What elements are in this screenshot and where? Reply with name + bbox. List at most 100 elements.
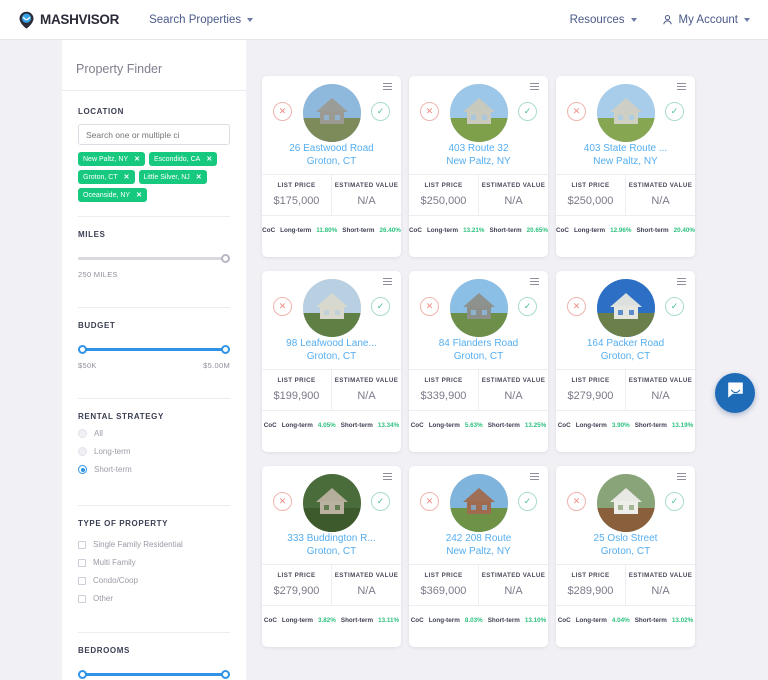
checkbox-icon[interactable]	[78, 576, 86, 585]
property-card[interactable]: ✕ ✓ 333 Buddington R... Groton, CT LIST …	[262, 466, 401, 647]
reject-property-button[interactable]: ✕	[273, 297, 292, 316]
property-card-header: ✕ ✓ 164 Packer Road Groton, CT	[556, 271, 695, 367]
radio-option-long-term[interactable]: Long-term	[78, 447, 230, 456]
accept-property-button[interactable]: ✓	[371, 492, 390, 511]
radio-option-all[interactable]: All	[78, 429, 230, 438]
nav-my-account[interactable]: My Account	[662, 13, 750, 26]
property-thumbnail[interactable]	[302, 279, 361, 337]
property-thumbnail[interactable]	[449, 84, 508, 142]
property-thumbnail[interactable]	[449, 279, 508, 337]
property-thumbnail[interactable]	[449, 474, 508, 532]
checkbox-icon[interactable]	[78, 594, 86, 603]
property-address[interactable]: 403 State Route ... New Paltz, NY	[556, 142, 695, 168]
radio-option-short-term[interactable]: Short-term	[78, 465, 230, 474]
miles-slider[interactable]	[78, 253, 230, 265]
hamburger-menu-icon[interactable]	[530, 473, 539, 482]
location-search-input[interactable]	[78, 124, 230, 145]
hamburger-menu-icon[interactable]	[383, 473, 392, 482]
reject-property-button[interactable]: ✕	[273, 102, 292, 121]
budget-slider-knob-max[interactable]	[221, 344, 230, 354]
property-thumbnail[interactable]	[596, 474, 655, 532]
short-term-value: 13.34%	[377, 422, 400, 429]
radio-icon[interactable]	[78, 447, 87, 456]
short-term-label: Short-term	[636, 227, 669, 234]
hamburger-menu-icon[interactable]	[677, 473, 686, 482]
list-item[interactable]: Groton, CT ✕	[78, 170, 135, 184]
property-address[interactable]: 333 Buddington R... Groton, CT	[262, 532, 401, 558]
checkbox-icon[interactable]	[78, 558, 86, 567]
hamburger-menu-icon[interactable]	[383, 278, 392, 287]
reject-property-button[interactable]: ✕	[567, 297, 586, 316]
list-item[interactable]: New Paltz, NY ✕	[78, 152, 145, 166]
close-icon[interactable]: ✕	[134, 156, 140, 163]
radio-icon[interactable]	[78, 429, 87, 438]
brand-logo[interactable]: MASHVISOR	[18, 11, 119, 29]
hamburger-menu-icon[interactable]	[677, 278, 686, 287]
accept-property-button[interactable]: ✓	[518, 297, 537, 316]
property-address[interactable]: 164 Packer Road Groton, CT	[556, 337, 695, 363]
property-address[interactable]: 403 Route 32 New Paltz, NY	[409, 142, 548, 168]
property-address-line2: Groton, CT	[306, 351, 357, 362]
radio-icon-selected[interactable]	[78, 465, 87, 474]
property-card[interactable]: ✕ ✓ 403 Route 32 New Paltz, NY LIST PRIC…	[409, 76, 548, 257]
checkbox-icon[interactable]	[78, 540, 86, 549]
hamburger-menu-icon[interactable]	[383, 83, 392, 92]
estimated-value-cell: ESTIMATED VALUE N/A	[478, 370, 548, 410]
reject-property-button[interactable]: ✕	[567, 102, 586, 121]
property-thumbnail[interactable]	[302, 474, 361, 532]
list-item[interactable]: Escondido, CA ✕	[149, 152, 218, 166]
accept-property-button[interactable]: ✓	[665, 297, 684, 316]
checkbox-single-family[interactable]: Single Family Residential	[78, 540, 230, 549]
property-card[interactable]: ✕ ✓ 242 208 Route New Paltz, NY LIST PRI…	[409, 466, 548, 647]
nav-search-properties[interactable]: Search Properties	[149, 14, 254, 26]
property-card[interactable]: ✕ ✓ 25 Oslo Street Groton, CT LIST PRICE…	[556, 466, 695, 647]
property-address[interactable]: 242 208 Route New Paltz, NY	[409, 532, 548, 558]
reject-property-button[interactable]: ✕	[420, 297, 439, 316]
hamburger-menu-icon[interactable]	[530, 83, 539, 92]
budget-slider-knob-min[interactable]	[78, 344, 87, 354]
property-thumbnail[interactable]	[596, 279, 655, 337]
accept-property-button[interactable]: ✓	[665, 102, 684, 121]
property-address[interactable]: 25 Oslo Street Groton, CT	[556, 532, 695, 558]
close-icon[interactable]: ✕	[136, 192, 142, 199]
checkbox-condo-coop[interactable]: Condo/Coop	[78, 576, 230, 585]
hamburger-menu-icon[interactable]	[677, 83, 686, 92]
list-item[interactable]: Little Silver, NJ ✕	[138, 170, 207, 184]
estimated-value-label: ESTIMATED VALUE	[628, 572, 693, 579]
reject-property-button[interactable]: ✕	[420, 492, 439, 511]
accept-property-button[interactable]: ✓	[371, 102, 390, 121]
property-address[interactable]: 84 Flanders Road Groton, CT	[409, 337, 548, 363]
accept-property-button[interactable]: ✓	[371, 297, 390, 316]
checkbox-other[interactable]: Other	[78, 594, 230, 603]
property-address[interactable]: 26 Eastwood Road Groton, CT	[262, 142, 401, 168]
bedrooms-slider-knob-max[interactable]	[221, 669, 230, 679]
chat-launcher-button[interactable]	[715, 373, 755, 413]
reject-property-button[interactable]: ✕	[273, 492, 292, 511]
close-icon[interactable]: ✕	[124, 174, 130, 181]
accept-property-button[interactable]: ✓	[665, 492, 684, 511]
property-card[interactable]: ✕ ✓ 98 Leafwood Lane... Groton, CT LIST …	[262, 271, 401, 452]
accept-property-button[interactable]: ✓	[518, 492, 537, 511]
nav-resources[interactable]: Resources	[570, 14, 637, 26]
hamburger-menu-icon[interactable]	[530, 278, 539, 287]
property-thumbnail[interactable]	[302, 84, 361, 142]
checkbox-multi-family[interactable]: Multi Family	[78, 558, 230, 567]
property-address[interactable]: 98 Leafwood Lane... Groton, CT	[262, 337, 401, 363]
nav-my-account-label: My Account	[678, 13, 738, 26]
close-icon[interactable]: ✕	[196, 174, 202, 181]
budget-slider[interactable]	[78, 344, 230, 356]
accept-property-button[interactable]: ✓	[518, 102, 537, 121]
bedrooms-slider[interactable]	[78, 669, 230, 680]
reject-property-button[interactable]: ✕	[420, 102, 439, 121]
reject-property-button[interactable]: ✕	[567, 492, 586, 511]
list-item[interactable]: Oceanside, NY ✕	[78, 188, 147, 202]
property-card[interactable]: ✕ ✓ 84 Flanders Road Groton, CT LIST PRI…	[409, 271, 548, 452]
bedrooms-slider-knob-min[interactable]	[78, 669, 87, 679]
estimated-value-label: ESTIMATED VALUE	[334, 572, 399, 579]
property-card[interactable]: ✕ ✓ 403 State Route ... New Paltz, NY LI…	[556, 76, 695, 257]
close-icon[interactable]: ✕	[206, 156, 212, 163]
miles-slider-knob[interactable]	[221, 253, 230, 263]
property-thumbnail[interactable]	[596, 84, 655, 142]
property-card[interactable]: ✕ ✓ 26 Eastwood Road Groton, CT LIST PRI…	[262, 76, 401, 257]
property-card[interactable]: ✕ ✓ 164 Packer Road Groton, CT LIST PRIC…	[556, 271, 695, 452]
